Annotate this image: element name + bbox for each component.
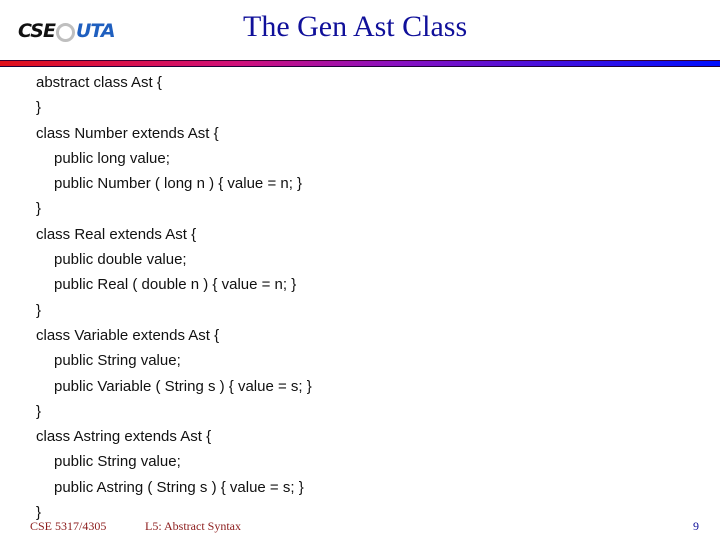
code-line: } xyxy=(36,200,42,218)
footer-course: CSE 5317/4305 xyxy=(30,519,107,533)
page-number: 9 xyxy=(693,519,699,533)
code-line: } xyxy=(36,301,42,319)
logo-at-icon xyxy=(55,22,75,42)
code-line: class Variable extends Ast { xyxy=(36,326,220,344)
code-line: public long value; xyxy=(54,149,170,167)
code-line: class Astring extends Ast { xyxy=(36,428,212,446)
slide-title: The Gen Ast Class xyxy=(243,10,468,43)
header-divider xyxy=(0,60,720,67)
code-line: } xyxy=(36,402,42,420)
code-line: public Variable ( String s ) { value = s… xyxy=(54,377,312,395)
code-line: public Number ( long n ) { value = n; } xyxy=(54,175,303,193)
code-line: public Astring ( String s ) { value = s;… xyxy=(54,478,304,496)
code-line: abstract class Ast { xyxy=(36,74,162,91)
code-line: } xyxy=(36,99,42,117)
code-line: public Real ( double n ) { value = n; } xyxy=(54,276,297,294)
code-line: class Real extends Ast { xyxy=(36,225,197,243)
code-line: public String value; xyxy=(54,352,181,370)
code-line: class Number extends Ast { xyxy=(36,124,219,142)
logo-cse-text: CSE xyxy=(18,20,56,42)
footer-lecture: L5: Abstract Syntax xyxy=(145,519,241,533)
code-line: public String value; xyxy=(54,453,181,471)
code-line: public double value; xyxy=(54,251,187,269)
logo-uta-text: UTA xyxy=(75,20,116,42)
code-listing: abstract class Ast {} class Number extend… xyxy=(36,73,312,528)
cse-uta-logo: CSE UTA xyxy=(18,18,116,44)
